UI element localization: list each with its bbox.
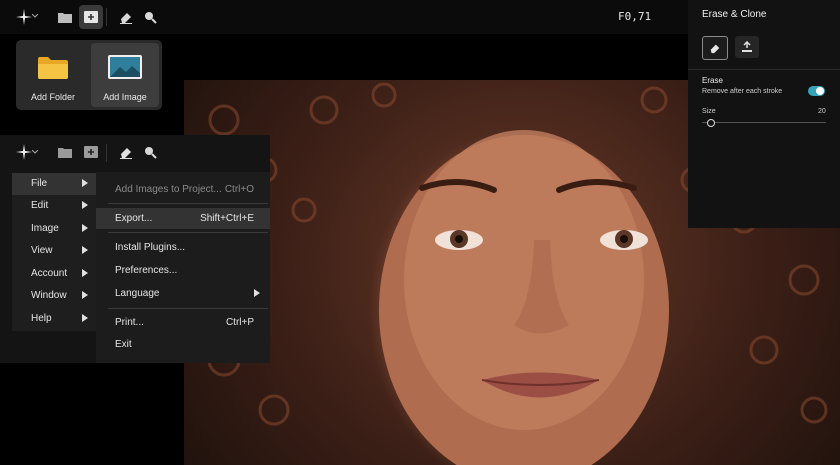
menu-item-label: Image <box>31 223 59 234</box>
menu-item-edit[interactable]: Edit <box>12 195 96 217</box>
eraser-icon <box>710 44 720 54</box>
add-image-icon <box>84 146 98 158</box>
menu-item-language[interactable]: Language <box>96 283 270 304</box>
submenu-arrow-icon <box>82 314 88 322</box>
cursor-coordinates: F0,71 <box>618 10 652 23</box>
menu-item-label: Help <box>31 313 52 324</box>
add-image-tile[interactable]: Add Image <box>91 43 159 107</box>
menu-item-shortcut: Ctrl+P <box>225 317 254 328</box>
folder-icon <box>38 57 68 79</box>
menu-item-label: Window <box>31 290 67 301</box>
menu-item-account[interactable]: Account <box>12 263 96 285</box>
stamp-icon <box>742 41 752 52</box>
search-icon <box>145 12 157 24</box>
menu-item-shortcut: Ctrl+O <box>224 184 254 195</box>
submenu-arrow-icon <box>82 291 88 299</box>
folder-icon <box>58 147 72 158</box>
toolbar-divider <box>106 8 107 26</box>
folder-icon <box>58 12 72 23</box>
eraser-tool-button[interactable] <box>114 140 138 164</box>
zoom-tool-button[interactable] <box>138 5 162 29</box>
eraser-icon <box>120 148 132 159</box>
add-image-icon <box>84 11 98 23</box>
menu-item-view[interactable]: View <box>12 240 96 262</box>
submenu-arrow-icon <box>82 201 88 209</box>
menu-item-install-plugins[interactable]: Install Plugins... <box>96 237 270 258</box>
toolbar-secondary <box>0 135 270 171</box>
chevron-down-icon <box>32 150 38 154</box>
menu-item-preferences[interactable]: Preferences... <box>96 260 270 281</box>
menu-item-label: Export... <box>115 213 153 224</box>
menu-item-help[interactable]: Help <box>12 308 96 330</box>
menu-item-shortcut: Shift+Ctrl+E <box>200 213 254 224</box>
size-slider-track[interactable] <box>702 122 826 123</box>
eraser-icon <box>120 13 132 24</box>
menu-item-label: Preferences... <box>115 265 178 276</box>
menu-item-label: Install Plugins... <box>115 242 186 253</box>
open-folder-button[interactable] <box>53 140 77 164</box>
remove-after-stroke-toggle[interactable] <box>808 86 825 96</box>
add-folder-label: Add Folder <box>30 92 76 102</box>
menu-item-image[interactable]: Image <box>12 218 96 240</box>
menu-item-label: Language <box>115 288 160 299</box>
menu-item-label: View <box>31 245 53 256</box>
section-title: Erase <box>702 76 723 85</box>
menu-separator <box>108 308 268 309</box>
panel-title: Erase & Clone <box>702 9 767 20</box>
menu-separator <box>108 203 268 204</box>
add-image-label: Add Image <box>103 92 147 102</box>
add-folder-tile[interactable]: Add Folder <box>19 43 87 107</box>
size-slider-thumb[interactable] <box>707 119 715 127</box>
menu-item-print[interactable]: Print... Ctrl+P <box>96 312 270 333</box>
menu-item-window[interactable]: Window <box>12 285 96 307</box>
menu-item-exit[interactable]: Exit <box>96 334 270 355</box>
add-image-button[interactable] <box>79 5 103 29</box>
main-menu: File Edit Image View Account Window Help <box>12 173 96 331</box>
add-image-button[interactable] <box>79 140 103 164</box>
erase-mode-button[interactable] <box>702 36 728 60</box>
menu-separator <box>108 232 268 233</box>
submenu-arrow-icon <box>254 289 260 297</box>
image-icon <box>108 55 142 79</box>
file-submenu: Add Images to Project... Ctrl+O Export..… <box>96 172 270 363</box>
erase-clone-panel: Erase & Clone Erase Remove after each st… <box>688 0 840 228</box>
menu-item-label: Print... <box>115 317 144 328</box>
sparkle-icon <box>16 9 32 25</box>
clone-mode-button[interactable] <box>735 36 759 58</box>
submenu-arrow-icon <box>82 269 88 277</box>
toolbar-divider <box>106 144 107 162</box>
open-folder-button[interactable] <box>53 5 77 29</box>
search-icon <box>145 147 157 159</box>
remove-after-stroke-label: Remove after each stroke <box>702 88 783 95</box>
size-label: Size <box>702 108 716 115</box>
menu-item-export[interactable]: Export... Shift+Ctrl+E <box>96 208 270 229</box>
chevron-down-icon <box>32 14 38 18</box>
menu-item-file[interactable]: File <box>12 173 96 195</box>
menu-item-label: Exit <box>115 339 132 350</box>
eraser-tool-button[interactable] <box>114 5 138 29</box>
menu-item-label: Edit <box>31 200 49 211</box>
zoom-tool-button[interactable] <box>138 140 162 164</box>
submenu-arrow-icon <box>82 224 88 232</box>
submenu-arrow-icon <box>82 179 88 187</box>
menu-item-label: Add Images to Project... <box>115 184 222 195</box>
menu-item-label: File <box>31 178 48 189</box>
add-popup: Add Folder Add Image <box>16 40 162 110</box>
top-toolbar: F0,71 <box>0 0 688 34</box>
size-value: 20 <box>818 108 826 115</box>
menu-item-label: Account <box>31 268 68 279</box>
sparkle-icon <box>16 144 32 160</box>
submenu-arrow-icon <box>82 246 88 254</box>
menu-item-add-images[interactable]: Add Images to Project... Ctrl+O <box>96 179 270 200</box>
panel-divider <box>688 69 840 70</box>
